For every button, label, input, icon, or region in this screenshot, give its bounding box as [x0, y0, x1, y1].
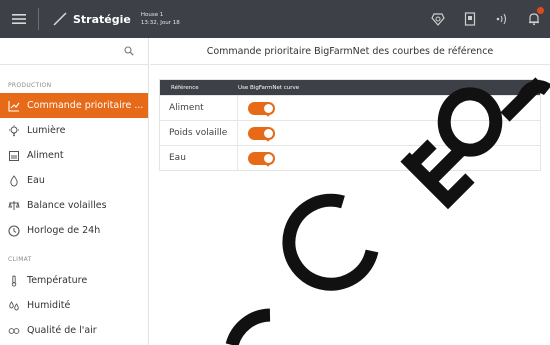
strategy-icon — [53, 12, 67, 26]
curve-toggle-poultry-weight[interactable] — [248, 126, 275, 142]
table-row: Eau — [160, 145, 540, 171]
sidebar-item-poultry-scale[interactable]: Balance volailles — [0, 193, 148, 218]
toggle-knob — [264, 103, 273, 117]
save-button[interactable] — [454, 0, 486, 38]
gauge-icon — [431, 13, 445, 26]
row-label: Poids volaille — [160, 120, 238, 146]
bulb-icon — [8, 124, 20, 137]
sidebar-item-label: Aliment — [27, 150, 64, 161]
sidebar-item-label: Balance volailles — [27, 200, 107, 211]
sidebar-search[interactable] — [0, 38, 148, 65]
sidebar-item-label: Température — [27, 275, 88, 286]
sidebar-item-humidity[interactable]: Humidité — [0, 293, 148, 318]
column-header-use-curve: Use BigFarmNet curve — [238, 84, 300, 91]
thermometer-icon — [8, 275, 20, 287]
sidebar-item-label: Eau — [27, 175, 45, 186]
sidebar-item-light[interactable]: Lumière — [0, 118, 148, 143]
sidebar: PRODUCTION Commande prioritaire ... Lumi… — [0, 38, 149, 345]
sidebar-item-water[interactable]: Eau — [0, 168, 148, 193]
drop-icon — [8, 174, 20, 187]
document-icon — [464, 12, 476, 26]
curve-toggle-water[interactable] — [248, 151, 275, 167]
humidity-icon — [8, 300, 20, 312]
alarm-overview-button[interactable] — [422, 0, 454, 38]
clock-icon — [8, 224, 20, 237]
table-row: Aliment — [160, 95, 540, 121]
sidebar-item-air-quality[interactable]: Qualité de l'air — [0, 318, 148, 343]
page-title: Stratégie — [73, 12, 131, 26]
signal-icon — [496, 13, 507, 25]
strategy-header: Stratégie — [53, 12, 131, 26]
house-info[interactable]: House 1 13:32, Jour 18 — [141, 11, 180, 27]
sidebar-item-label: Commande prioritaire ... — [27, 100, 144, 111]
header-divider — [38, 8, 39, 30]
notifications-button[interactable] — [518, 0, 550, 38]
sidebar-item-temperature[interactable]: Température — [0, 268, 148, 293]
co2-icon — [8, 325, 20, 337]
toggle-knob — [264, 153, 273, 167]
bell-icon — [529, 13, 539, 26]
row-label: Eau — [160, 145, 238, 171]
panel-title: Commande prioritaire BigFarmNet des cour… — [150, 38, 550, 65]
sidebar-item-24h-clock[interactable]: Horloge de 24h — [0, 218, 148, 243]
hamburger-icon — [12, 14, 26, 24]
menu-button[interactable] — [0, 0, 38, 38]
toggle-knob — [264, 128, 273, 142]
sidebar-item-feed[interactable]: Aliment — [0, 143, 148, 168]
sidebar-item-label: Humidité — [27, 300, 71, 311]
sidebar-item-label: Horloge de 24h — [27, 225, 101, 236]
section-production: PRODUCTION — [8, 82, 52, 89]
notification-badge — [537, 7, 544, 14]
section-climate: CLIMAT — [8, 256, 32, 263]
chart-icon — [8, 100, 20, 112]
curve-toggle-feed[interactable] — [248, 101, 275, 117]
sidebar-item-label: Lumière — [27, 125, 66, 136]
column-header-reference: Référence — [171, 84, 199, 91]
table-row: Poids volaille — [160, 120, 540, 146]
top-bar: Stratégie House 1 13:32, Jour 18 — [0, 0, 550, 38]
table-header: Référence Use BigFarmNet curve — [160, 80, 540, 95]
search-icon[interactable] — [124, 46, 134, 56]
check-icon — [266, 137, 272, 142]
check-icon — [266, 112, 272, 117]
scale-icon — [8, 200, 20, 212]
row-label: Aliment — [160, 95, 238, 121]
house-name: House 1 — [140, 12, 164, 18]
sidebar-item-label: Qualité de l'air — [27, 325, 97, 336]
reference-table: Référence Use BigFarmNet curve Aliment P… — [159, 79, 541, 171]
house-datetime: 13:32, Jour 18 — [140, 20, 180, 26]
broadcast-button[interactable] — [486, 0, 518, 38]
main-panel: Commande prioritaire BigFarmNet des cour… — [150, 38, 550, 345]
check-icon — [266, 162, 272, 167]
feed-icon — [8, 150, 20, 162]
sidebar-item-priority-control[interactable]: Commande prioritaire ... — [0, 93, 148, 118]
